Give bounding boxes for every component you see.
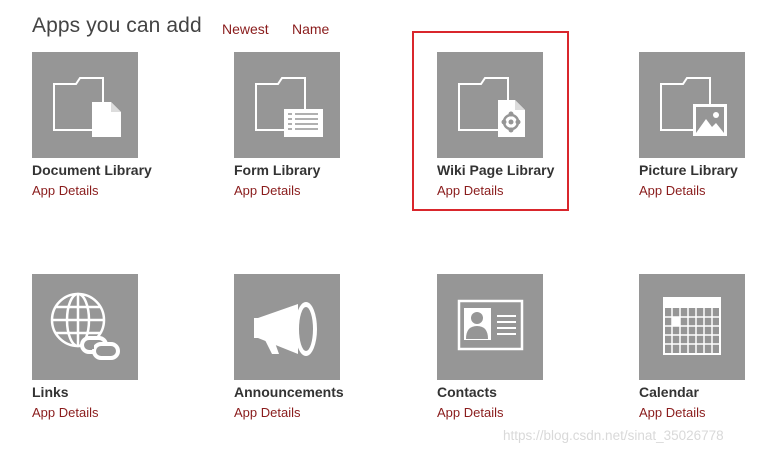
contacts-icon <box>457 299 524 351</box>
links-icon <box>50 292 120 360</box>
sort-name-link[interactable]: Name <box>292 21 329 37</box>
app-name-contacts[interactable]: Contacts <box>437 384 497 400</box>
app-details-link-links[interactable]: App Details <box>32 405 98 420</box>
app-details-link-document-library[interactable]: App Details <box>32 183 98 198</box>
document-library-icon <box>53 77 121 137</box>
tile-links[interactable] <box>32 274 138 380</box>
announcements-icon <box>254 302 317 356</box>
app-details-link-picture-library[interactable]: App Details <box>639 183 705 198</box>
calendar-icon <box>663 297 721 355</box>
app-details-link-announcements[interactable]: App Details <box>234 405 300 420</box>
tile-announcements[interactable] <box>234 274 340 380</box>
app-name-document-library[interactable]: Document Library <box>32 162 152 178</box>
tile-contacts[interactable] <box>437 274 543 380</box>
app-details-link-form-library[interactable]: App Details <box>234 183 300 198</box>
watermark-text: https://blog.csdn.net/sinat_35026778 <box>503 428 724 443</box>
app-details-link-calendar[interactable]: App Details <box>639 405 705 420</box>
picture-library-icon <box>660 77 727 136</box>
app-name-calendar[interactable]: Calendar <box>639 384 699 400</box>
tile-form-library[interactable] <box>234 52 340 158</box>
form-library-icon <box>255 77 323 137</box>
apps-header-title: Apps you can add <box>32 14 202 37</box>
tile-document-library[interactable] <box>32 52 138 158</box>
highlight-box <box>412 31 569 211</box>
app-details-link-contacts[interactable]: App Details <box>437 405 503 420</box>
app-name-picture-library[interactable]: Picture Library <box>639 162 738 178</box>
tile-picture-library[interactable] <box>639 52 745 158</box>
sort-newest-link[interactable]: Newest <box>222 21 269 37</box>
tile-calendar[interactable] <box>639 274 745 380</box>
app-name-links[interactable]: Links <box>32 384 69 400</box>
app-name-announcements[interactable]: Announcements <box>234 384 344 400</box>
app-name-form-library[interactable]: Form Library <box>234 162 320 178</box>
